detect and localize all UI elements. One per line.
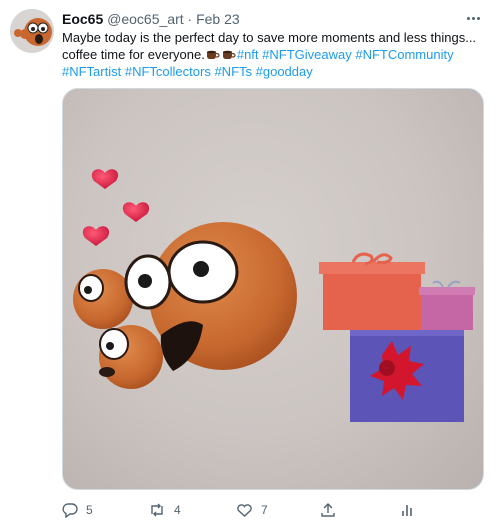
heart-icon [237,504,252,517]
avatar[interactable] [10,9,54,53]
hashtag-link[interactable]: #NFTs [214,64,252,79]
tweet[interactable]: Eoc65 @eoc65_art · Feb 23 Maybe today is… [0,0,500,532]
author-handle[interactable]: @eoc65_art [107,11,183,27]
tweet-header: Eoc65 @eoc65_art · Feb 23 [62,10,460,28]
reply-button[interactable]: 5 [62,500,93,520]
reply-count: 5 [86,503,93,517]
hashtag-link[interactable]: #NFTCommunity [355,47,453,62]
retweet-icon [151,503,163,517]
separator-dot: · [187,11,193,27]
hashtag-link[interactable]: #nft [237,47,259,62]
tweet-text-line-1: Maybe today is the perfect day to save m… [62,30,477,45]
tweet-date[interactable]: Feb 23 [196,11,240,27]
share-icon [321,503,335,517]
hashtag-link[interactable]: #NFTartist [62,64,121,79]
tweet-text-line-3: #NFTartist #NFTcollectors #NFTs #goodday [62,63,482,80]
tweet-text-coffee: coffee time for everyone. [62,47,205,62]
author-name[interactable]: Eoc65 [62,11,103,27]
retweet-count: 4 [174,503,181,517]
analytics-button[interactable] [400,500,416,520]
tweet-actions: 5 4 7 [62,500,482,520]
share-button[interactable] [320,500,336,520]
coffee-icon [222,50,236,59]
hashtag-link[interactable]: #goodday [256,64,313,79]
tweet-media-image[interactable] [62,88,484,490]
tweet-text: Maybe today is the perfect day to save m… [62,29,482,80]
more-dots-icon [466,16,480,20]
reply-icon [62,503,78,518]
more-options-button[interactable] [462,8,484,28]
like-count: 7 [261,503,268,517]
coffee-icon [206,50,220,59]
heart-decoration [82,169,150,246]
hashtag-link[interactable]: #NFTcollectors [125,64,211,79]
hashtag-link[interactable]: #NFTGiveaway [262,47,352,62]
retweet-button[interactable]: 4 [148,500,181,520]
media-illustration [73,169,475,422]
analytics-icon [402,505,412,516]
like-button[interactable]: 7 [236,500,268,520]
tweet-text-line-2: coffee time for everyone. #nft #NFTGiveaw… [62,46,482,63]
